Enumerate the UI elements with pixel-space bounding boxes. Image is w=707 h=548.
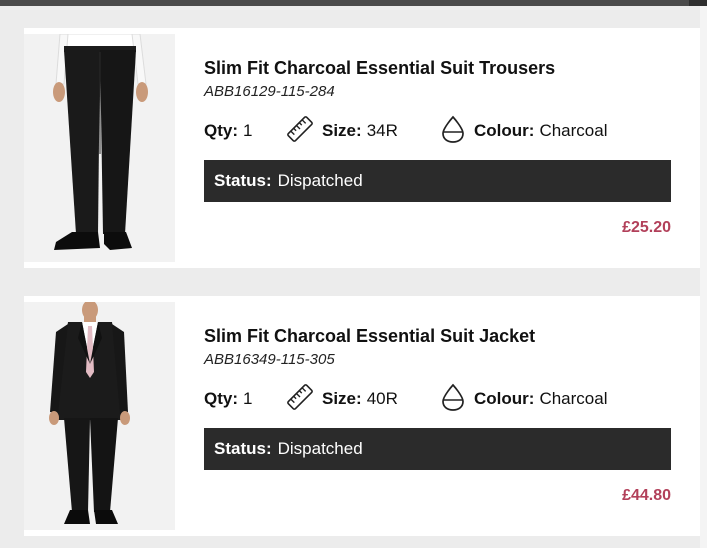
qty-label: Qty: xyxy=(204,121,238,140)
colour-label: Colour: xyxy=(474,121,535,140)
qty-value: 1 xyxy=(243,389,253,408)
product-attributes: Qty: 1 Size: xyxy=(204,115,671,148)
status-bar: Status: Dispatched xyxy=(204,428,671,470)
colour-attribute: Colour: Charcoal xyxy=(440,383,607,416)
product-title[interactable]: Slim Fit Charcoal Essential Suit Jacket xyxy=(204,326,535,347)
scroll-edge xyxy=(700,6,707,548)
colour-value: Charcoal xyxy=(539,389,608,408)
product-sku: ABB16349-115-305 xyxy=(204,351,335,368)
qty-label: Qty: xyxy=(204,389,238,408)
product-title[interactable]: Slim Fit Charcoal Essential Suit Trouser… xyxy=(204,58,555,79)
colour-label: Colour: xyxy=(474,389,535,408)
top-bar xyxy=(0,0,707,6)
ruler-icon xyxy=(286,383,314,416)
size-attribute: Size: 40R xyxy=(286,383,440,416)
status-bar: Status: Dispatched xyxy=(204,160,671,202)
colour-value: Charcoal xyxy=(539,121,608,140)
size-label: Size: xyxy=(322,389,362,408)
water-drop-icon xyxy=(440,383,466,416)
ruler-icon xyxy=(286,115,314,148)
water-drop-icon xyxy=(440,115,466,148)
qty-attribute: Qty: 1 xyxy=(204,389,286,409)
size-attribute: Size: 34R xyxy=(286,115,440,148)
product-image-jacket[interactable] xyxy=(24,302,175,530)
product-sku: ABB16129-115-284 xyxy=(204,83,335,100)
qty-attribute: Qty: 1 xyxy=(204,121,286,141)
trousers-photo xyxy=(24,34,175,262)
qty-value: 1 xyxy=(243,121,253,140)
order-item-card[interactable]: Slim Fit Charcoal Essential Suit Trouser… xyxy=(24,28,700,268)
item-price: £44.80 xyxy=(622,487,671,504)
product-image-trousers[interactable] xyxy=(24,34,175,262)
item-price: £25.20 xyxy=(622,219,671,236)
status-label: Status: xyxy=(214,439,272,458)
size-label: Size: xyxy=(322,121,362,140)
status-value: Dispatched xyxy=(277,171,363,190)
jacket-photo xyxy=(24,302,175,530)
status-label: Status: xyxy=(214,171,272,190)
order-item-card[interactable]: Slim Fit Charcoal Essential Suit Jacket … xyxy=(24,296,700,536)
colour-attribute: Colour: Charcoal xyxy=(440,115,607,148)
product-attributes: Qty: 1 Size: xyxy=(204,383,671,416)
size-value: 40R xyxy=(366,389,398,408)
status-value: Dispatched xyxy=(277,439,363,458)
size-value: 34R xyxy=(366,121,398,140)
